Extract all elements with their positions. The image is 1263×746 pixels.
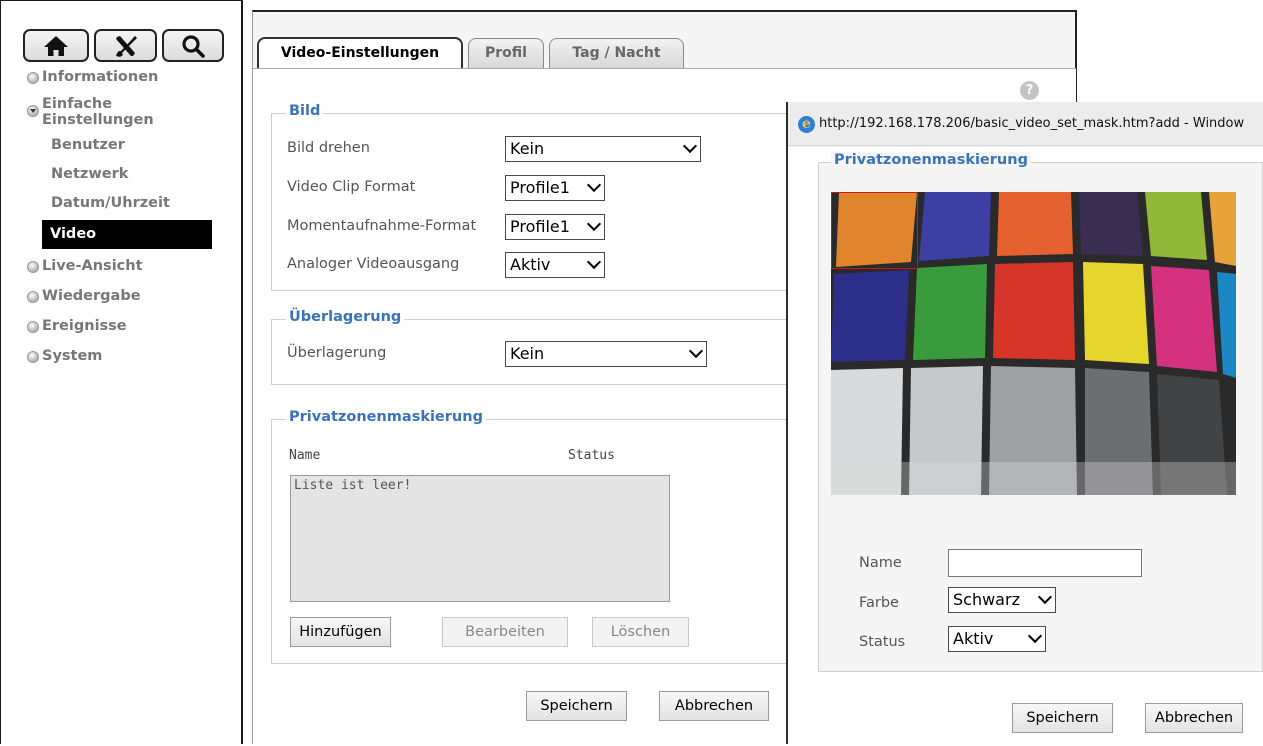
chevron-down-icon: [586, 254, 602, 270]
analoger-videoausgang-label: Analoger Videoausgang: [287, 256, 460, 272]
tab-profil[interactable]: Profil: [468, 38, 544, 68]
save-button[interactable]: Speichern: [526, 691, 627, 721]
tools-button[interactable]: [94, 29, 157, 62]
subnav-benutzer[interactable]: Benutzer: [51, 137, 125, 153]
popup-title: http://192.168.178.206/basic_video_set_m…: [819, 116, 1245, 131]
momentaufnahme-format-select[interactable]: Profile1: [505, 214, 605, 240]
internet-explorer-icon: e: [798, 116, 815, 133]
privatzonen-title: Privatzonenmaskierung: [286, 409, 486, 425]
privacy-mask-list[interactable]: Liste ist leer!: [290, 475, 670, 602]
popup-titlebar[interactable]: e http://192.168.178.206/basic_video_set…: [788, 102, 1263, 146]
bild-drehen-label: Bild drehen: [287, 140, 370, 156]
nav-label: Informationen: [42, 69, 159, 85]
sidebar: Informationen Einfache Einstellungen Ben…: [0, 0, 243, 744]
privacy-mask-popup-window: e http://192.168.178.206/basic_video_set…: [786, 102, 1263, 744]
nav-wiedergabe[interactable]: Wiedergabe: [27, 288, 141, 304]
nav-ereignisse[interactable]: Ereignisse: [27, 318, 127, 334]
home-button[interactable]: [23, 29, 89, 62]
momentaufnahme-format-label: Momentaufnahme-Format: [287, 218, 477, 234]
nav-system[interactable]: System: [27, 348, 102, 364]
subnav-video[interactable]: Video: [42, 220, 212, 249]
camera-preview-image[interactable]: [831, 192, 1236, 495]
bullet-icon: [27, 321, 39, 333]
popup-section-title: Privatzonenmaskierung: [831, 152, 1031, 168]
delete-button[interactable]: Löschen: [592, 617, 689, 647]
cancel-button[interactable]: Abbrechen: [659, 691, 769, 721]
chevron-down-icon: [1027, 628, 1043, 644]
chevron-down-icon: [586, 216, 602, 232]
search-button[interactable]: [162, 29, 224, 62]
bullet-icon: [27, 261, 39, 273]
nav-label: Live-Ansicht: [42, 258, 143, 274]
chevron-down-icon: [1037, 589, 1053, 605]
popup-status-label: Status: [859, 634, 906, 650]
popup-name-label: Name: [859, 555, 902, 571]
popup-farbe-select[interactable]: Schwarz: [948, 587, 1056, 613]
video-clip-format-label: Video Clip Format: [287, 179, 416, 195]
nav-label-line2: Einstellungen: [42, 112, 154, 128]
tab-video-einstellungen[interactable]: Video-Einstellungen: [257, 37, 463, 69]
chevron-down-icon: [682, 138, 698, 154]
nav-label-line1: Einfache: [42, 96, 113, 112]
nav-label: System: [42, 348, 103, 364]
mask-selection-rectangle[interactable]: [831, 192, 918, 269]
bild-title: Bild: [286, 103, 324, 119]
select-value: Kein: [510, 139, 545, 158]
empty-list-text: Liste ist leer!: [294, 478, 412, 493]
ueberlagerung-select[interactable]: Kein: [505, 341, 707, 367]
select-value: Aktiv: [510, 255, 551, 274]
popup-body: Privatzonenmaskierung Name Farbe Schwarz…: [788, 147, 1263, 744]
select-value: Aktiv: [953, 629, 994, 648]
bild-drehen-select[interactable]: Kein: [505, 136, 701, 162]
popup-save-button[interactable]: Speichern: [1012, 703, 1113, 733]
ueberlagerung-title: Überlagerung: [286, 309, 405, 325]
popup-farbe-label: Farbe: [859, 595, 899, 611]
popup-status-select[interactable]: Aktiv: [948, 626, 1046, 652]
select-value: Profile1: [510, 217, 570, 236]
edit-button[interactable]: Bearbeiten: [442, 617, 568, 647]
column-status-header: Status: [568, 448, 615, 463]
bullet-icon: [27, 72, 39, 84]
tab-tag-nacht[interactable]: Tag / Nacht: [549, 38, 684, 68]
chevron-down-icon: [586, 177, 602, 193]
ueberlagerung-label: Überlagerung: [287, 345, 387, 361]
chevron-down-icon: [688, 343, 704, 359]
home-icon: [44, 35, 68, 56]
select-value: Schwarz: [953, 590, 1020, 609]
bullet-icon: [27, 351, 39, 363]
subnav-datum-uhrzeit[interactable]: Datum/Uhrzeit: [51, 195, 170, 211]
tools-icon: [115, 35, 137, 57]
subnav-netzwerk[interactable]: Netzwerk: [51, 166, 128, 182]
nav-label: Wiedergabe: [42, 288, 141, 304]
nav-informationen[interactable]: Informationen: [27, 69, 158, 85]
search-icon: [182, 34, 205, 58]
video-clip-format-select[interactable]: Profile1: [505, 175, 605, 201]
help-icon[interactable]: ?: [1020, 81, 1039, 100]
add-button[interactable]: Hinzufügen: [290, 617, 391, 647]
nav-label: Ereignisse: [42, 318, 127, 334]
nav-label-group: Einfache Einstellungen: [42, 96, 154, 128]
nav-einfache-einstellungen[interactable]: Einfache Einstellungen: [27, 96, 154, 128]
popup-name-input[interactable]: [948, 549, 1142, 577]
select-value: Profile1: [510, 178, 570, 197]
popup-cancel-button[interactable]: Abbrechen: [1145, 703, 1243, 733]
expanded-bullet-icon: [27, 105, 39, 117]
column-name-header: Name: [289, 448, 321, 463]
nav-live-ansicht[interactable]: Live-Ansicht: [27, 258, 143, 274]
select-value: Kein: [510, 344, 545, 363]
bullet-icon: [27, 291, 39, 303]
analoger-videoausgang-select[interactable]: Aktiv: [505, 252, 605, 278]
